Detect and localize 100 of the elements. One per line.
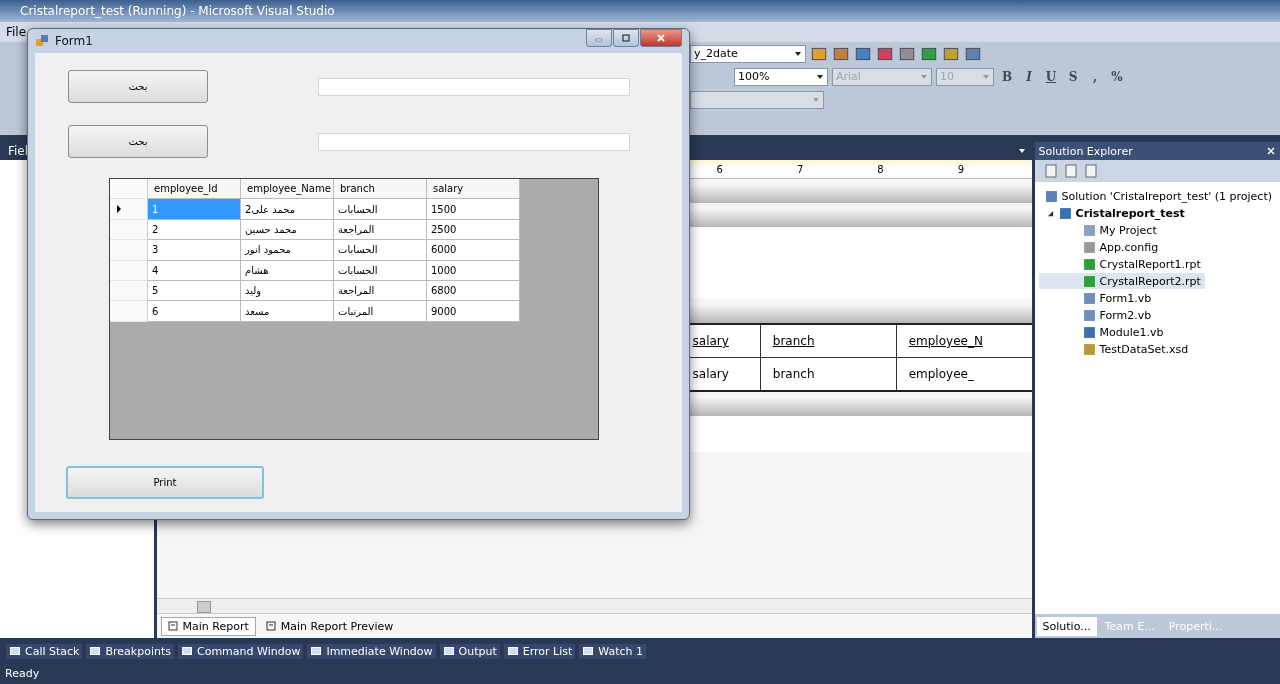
table-cell[interactable]: 1000 xyxy=(427,260,520,281)
tree-item[interactable]: Solution 'Cristalreport_test' (1 project) xyxy=(1038,188,1276,204)
panel-tab[interactable]: Solutio... xyxy=(1036,616,1097,636)
file-icon xyxy=(1082,240,1096,254)
maximize-button[interactable] xyxy=(613,29,639,47)
tool-window-tab[interactable]: Watch 1 xyxy=(579,643,647,659)
column-header[interactable]: employee_Id xyxy=(148,179,241,200)
search-field[interactable] xyxy=(318,77,630,96)
document-icon[interactable] xyxy=(1082,163,1099,179)
tree-item[interactable]: Module1.vb xyxy=(1038,324,1168,340)
designer-tab[interactable]: Main Report xyxy=(160,616,256,636)
tree-item[interactable]: Form2.vb xyxy=(1038,307,1156,323)
designer-tab[interactable]: Main Report Preview xyxy=(259,617,400,635)
window-icon xyxy=(181,646,193,656)
tool-window-tab[interactable]: Command Window xyxy=(178,643,304,659)
caret-icon xyxy=(816,72,824,81)
file-icon xyxy=(1082,342,1096,356)
caret-icon xyxy=(812,95,820,104)
report-icon xyxy=(167,621,178,631)
search-field[interactable] xyxy=(318,132,630,151)
report-field[interactable]: employee_ xyxy=(895,358,1032,390)
table-cell[interactable]: وليد xyxy=(241,280,334,302)
table-cell[interactable]: 6 xyxy=(148,301,241,322)
caret-icon xyxy=(982,72,990,81)
caret-icon xyxy=(920,72,928,81)
tool-window-tab[interactable]: Error List xyxy=(503,643,576,659)
table-cell[interactable]: مسعد xyxy=(241,301,334,322)
table-cell[interactable]: 5 xyxy=(148,280,241,302)
format-button[interactable]: S xyxy=(1064,69,1082,84)
menu-item[interactable]: File xyxy=(6,25,27,39)
report-combo[interactable]: y_2date xyxy=(690,44,806,63)
tree-item[interactable]: My Project xyxy=(1038,222,1161,238)
table-cell[interactable]: المراجعة xyxy=(334,219,427,241)
format-button[interactable]: B xyxy=(998,69,1016,84)
table-cell[interactable]: المراجعة xyxy=(334,280,427,302)
table-cell[interactable]: 1500 xyxy=(427,199,520,220)
format-button[interactable]: U xyxy=(1042,69,1060,84)
report-icon xyxy=(265,621,276,631)
table-cell[interactable]: 9000 xyxy=(427,301,520,322)
row-header[interactable] xyxy=(110,199,148,220)
print-button[interactable]: Print xyxy=(66,466,264,499)
zoom-combo[interactable]: 100% xyxy=(734,67,828,86)
panel-title: Solution Explorer xyxy=(1038,144,1133,158)
current-row-icon xyxy=(115,205,122,214)
window-icon xyxy=(506,646,519,656)
tool-window-tab[interactable]: Immediate Window xyxy=(307,643,436,659)
table-cell[interactable]: 6800 xyxy=(427,280,520,302)
close-icon[interactable] xyxy=(1266,146,1276,156)
format-button[interactable]: % xyxy=(1108,69,1126,84)
ruler-number: 7 xyxy=(796,163,804,175)
document-icon[interactable] xyxy=(1062,163,1079,179)
format-button[interactable]: I xyxy=(1020,69,1038,84)
minimize-button[interactable] xyxy=(586,29,612,47)
tool-window-tab[interactable]: Output xyxy=(439,643,500,659)
table-cell[interactable]: 2 xyxy=(148,219,241,241)
document-icon[interactable] xyxy=(1042,163,1059,179)
window-icon xyxy=(89,646,102,656)
status-text: Ready xyxy=(5,666,40,680)
table-cell[interactable]: الحسابات xyxy=(334,260,427,281)
close-button[interactable] xyxy=(640,29,682,47)
tool-window-tab[interactable]: Call Stack xyxy=(6,643,83,659)
table-cell[interactable]: 2500 xyxy=(427,219,520,241)
table-cell[interactable]: 4 xyxy=(148,260,241,281)
tree-item[interactable]: CrystalReport2.rpt xyxy=(1038,273,1205,289)
column-header[interactable]: branch xyxy=(334,179,427,200)
ruler-number: 9 xyxy=(957,163,965,175)
table-cell[interactable]: محمد حسين xyxy=(241,219,334,241)
column-header[interactable]: salary xyxy=(427,179,520,200)
tree-item[interactable]: Cristalreport_test xyxy=(1038,205,1189,221)
table-cell[interactable]: الحسابات xyxy=(334,199,427,220)
search-button[interactable]: بحث xyxy=(68,70,208,103)
file-icon xyxy=(1082,223,1096,237)
file-icon xyxy=(1082,274,1096,288)
column-header[interactable]: employee_Name xyxy=(241,179,334,200)
table-cell[interactable]: هشام xyxy=(241,260,334,281)
tree-item[interactable]: Form1.vb xyxy=(1038,290,1156,306)
horizontal-scrollbar[interactable] xyxy=(156,598,1032,613)
table-cell[interactable]: محمد على2 xyxy=(241,199,334,220)
table-cell[interactable]: 6000 xyxy=(427,240,520,261)
report-field[interactable]: employee_N xyxy=(895,325,1032,357)
table-cell[interactable]: 3 xyxy=(148,240,241,261)
report-field[interactable]: branch xyxy=(759,325,896,357)
table-cell[interactable]: الحسابات xyxy=(334,240,427,261)
report-field[interactable]: branch xyxy=(759,358,896,390)
row-header xyxy=(110,179,148,200)
tree-item[interactable]: CrystalReport1.rpt xyxy=(1038,256,1205,272)
search-button[interactable]: بحث xyxy=(68,125,208,158)
tree-item[interactable]: App.config xyxy=(1038,239,1163,255)
tree-item[interactable]: TestDataSet.xsd xyxy=(1038,341,1193,357)
caret-icon xyxy=(794,49,802,58)
ruler-number: 6 xyxy=(716,163,723,175)
expander-icon[interactable] xyxy=(1046,209,1054,217)
table-cell[interactable]: محمود انور xyxy=(241,240,334,261)
caret-icon[interactable] xyxy=(1017,147,1026,155)
format-button[interactable]: , xyxy=(1086,69,1104,84)
toolbar-combo[interactable] xyxy=(690,90,824,109)
table-cell[interactable]: المرتبات xyxy=(334,301,427,322)
window-icon xyxy=(582,646,595,656)
tool-window-tab[interactable]: Breakpoints xyxy=(86,643,174,659)
file-icon xyxy=(1082,257,1096,271)
